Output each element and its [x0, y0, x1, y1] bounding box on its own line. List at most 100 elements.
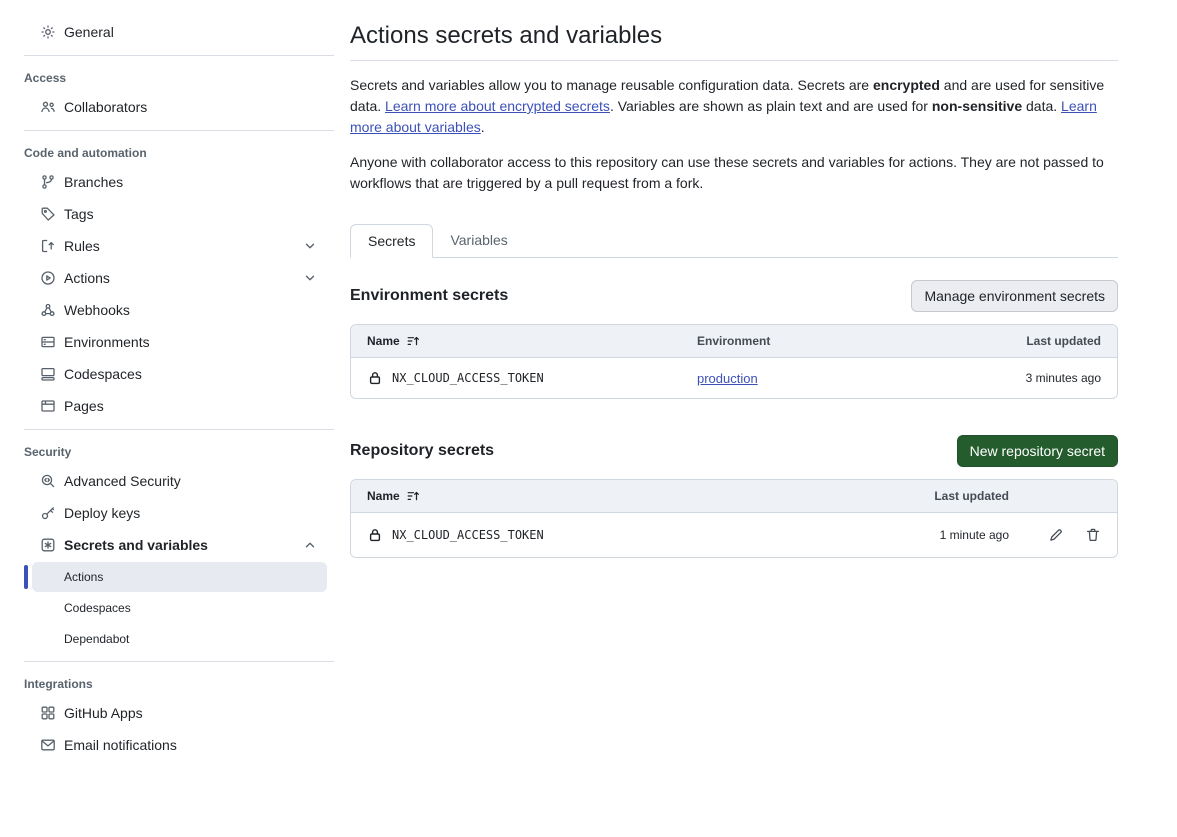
- column-header-environment: Environment: [681, 325, 917, 357]
- sidebar-item-github-apps[interactable]: GitHub Apps: [0, 697, 334, 729]
- sidebar-item-label: Webhooks: [64, 302, 130, 318]
- last-updated-value: 1 minute ago: [855, 516, 1025, 554]
- sidebar-item-label: Environments: [64, 334, 150, 350]
- column-header-actions-spacer: [1025, 487, 1117, 505]
- tab-secrets[interactable]: Secrets: [350, 224, 433, 258]
- sidebar-item-label: Pages: [64, 398, 104, 414]
- tab-variables[interactable]: Variables: [433, 224, 524, 257]
- main-content: Actions secrets and variables Secrets an…: [350, 0, 1118, 837]
- repository-secrets-header-row: Repository secrets New repository secret: [350, 435, 1118, 467]
- sidebar-item-label: Email notifications: [64, 737, 177, 753]
- pencil-icon[interactable]: [1048, 527, 1064, 543]
- sidebar-item-branches[interactable]: Branches: [0, 166, 334, 198]
- settings-sidebar: General Access Collaborators Code and au…: [0, 0, 334, 837]
- new-repository-secret-button[interactable]: New repository secret: [957, 435, 1118, 467]
- sidebar-item-secrets-and-variables[interactable]: Secrets and variables: [0, 529, 334, 561]
- sort-ascending-icon: [406, 334, 420, 348]
- sidebar-divider: [24, 661, 334, 662]
- column-header-name[interactable]: Name: [351, 325, 681, 357]
- intro-text: data.: [1022, 98, 1061, 114]
- sidebar-item-label: Codespaces: [64, 366, 142, 382]
- sidebar-item-deploy-keys[interactable]: Deploy keys: [0, 497, 334, 529]
- sidebar-divider: [24, 55, 334, 56]
- sidebar-section-code-and-automation: Code and automation: [0, 138, 334, 166]
- secret-name-cell: NX_CLOUD_ACCESS_TOKEN: [351, 515, 855, 555]
- secrets-variables-tabs: Secrets Variables: [350, 224, 1118, 258]
- sidebar-item-general[interactable]: General: [0, 16, 334, 48]
- intro-text: Secrets and variables allow you to manag…: [350, 77, 873, 93]
- rule-icon: [40, 238, 56, 254]
- sidebar-subitem-label: Codespaces: [64, 601, 131, 615]
- sidebar-subitem-label: Actions: [64, 570, 103, 584]
- sidebar-item-label: Advanced Security: [64, 473, 181, 489]
- learn-more-encrypted-secrets-link[interactable]: Learn more about encrypted secrets: [385, 98, 610, 114]
- play-circle-icon: [40, 270, 56, 286]
- git-branch-icon: [40, 174, 56, 190]
- manage-environment-secrets-button[interactable]: Manage environment secrets: [911, 280, 1118, 312]
- column-header-name[interactable]: Name: [351, 480, 855, 512]
- sidebar-subitem-label: Dependabot: [64, 632, 129, 646]
- sidebar-subitem-dependabot[interactable]: Dependabot: [32, 624, 327, 654]
- intro-text: .: [481, 119, 485, 135]
- sidebar-item-environments[interactable]: Environments: [0, 326, 334, 358]
- intro-paragraph-2: Anyone with collaborator access to this …: [350, 152, 1118, 194]
- server-icon: [40, 334, 56, 350]
- asterisk-box-icon: [40, 537, 56, 553]
- environment-secrets-heading: Environment secrets: [350, 287, 508, 305]
- intro-bold-non-sensitive: non-sensitive: [932, 98, 1022, 114]
- lock-icon: [367, 527, 383, 543]
- chevron-down-icon[interactable]: [303, 239, 317, 253]
- trash-icon[interactable]: [1085, 527, 1101, 543]
- sidebar-item-label: GitHub Apps: [64, 705, 143, 721]
- secret-name: NX_CLOUD_ACCESS_TOKEN: [392, 528, 544, 542]
- active-indicator: [24, 565, 28, 589]
- sidebar-item-collaborators[interactable]: Collaborators: [0, 91, 334, 123]
- sidebar-item-pages[interactable]: Pages: [0, 390, 334, 422]
- mail-icon: [40, 737, 56, 753]
- intro-text: . Variables are shown as plain text and …: [610, 98, 932, 114]
- table-row: NX_CLOUD_ACCESS_TOKEN 1 minute ago: [351, 513, 1117, 557]
- sidebar-subitem-codespaces[interactable]: Codespaces: [32, 593, 327, 623]
- sidebar-item-tags[interactable]: Tags: [0, 198, 334, 230]
- sidebar-item-actions[interactable]: Actions: [0, 262, 334, 294]
- sidebar-item-label: Rules: [64, 238, 100, 254]
- lock-icon: [367, 370, 383, 386]
- browser-icon: [40, 398, 56, 414]
- environment-secrets-header-row: Environment secrets Manage environment s…: [350, 280, 1118, 312]
- sidebar-divider: [24, 130, 334, 131]
- repository-secrets-table: Name Last updated NX_CLOUD_ACCESS_TOKEN …: [350, 479, 1118, 558]
- sidebar-item-codespaces[interactable]: Codespaces: [0, 358, 334, 390]
- environment-secrets-table: Name Environment Last updated NX_CLOUD_A…: [350, 324, 1118, 399]
- row-actions: [1025, 527, 1117, 543]
- sidebar-section-access: Access: [0, 63, 334, 91]
- sidebar-section-integrations: Integrations: [0, 669, 334, 697]
- sidebar-section-security: Security: [0, 437, 334, 465]
- gear-icon: [40, 24, 56, 40]
- sidebar-subitem-actions[interactable]: Actions: [32, 562, 327, 592]
- page-title: Actions secrets and variables: [350, 20, 1118, 61]
- column-header-last-updated: Last updated: [855, 480, 1025, 512]
- sidebar-item-email-notifications[interactable]: Email notifications: [0, 729, 334, 761]
- sidebar-item-advanced-security[interactable]: Advanced Security: [0, 465, 334, 497]
- last-updated-value: 3 minutes ago: [917, 359, 1117, 397]
- environment-secrets-table-header: Name Environment Last updated: [351, 325, 1117, 358]
- webhook-icon: [40, 302, 56, 318]
- sidebar-divider: [24, 429, 334, 430]
- sidebar-item-label: Collaborators: [64, 99, 147, 115]
- secret-name-cell: NX_CLOUD_ACCESS_TOKEN: [351, 358, 681, 398]
- repository-secrets-table-header: Name Last updated: [351, 480, 1117, 513]
- environment-link[interactable]: production: [697, 371, 758, 386]
- apps-grid-icon: [40, 705, 56, 721]
- sidebar-item-rules[interactable]: Rules: [0, 230, 334, 262]
- chevron-down-icon[interactable]: [303, 271, 317, 285]
- secret-name: NX_CLOUD_ACCESS_TOKEN: [392, 371, 544, 385]
- tag-icon: [40, 206, 56, 222]
- chevron-up-icon[interactable]: [303, 538, 317, 552]
- sidebar-item-webhooks[interactable]: Webhooks: [0, 294, 334, 326]
- sidebar-item-label: Deploy keys: [64, 505, 140, 521]
- column-header-last-updated: Last updated: [917, 325, 1117, 357]
- settings-page: General Access Collaborators Code and au…: [0, 0, 1177, 837]
- sort-ascending-icon: [406, 489, 420, 503]
- intro-bold-encrypted: encrypted: [873, 77, 940, 93]
- sidebar-item-label: Actions: [64, 270, 110, 286]
